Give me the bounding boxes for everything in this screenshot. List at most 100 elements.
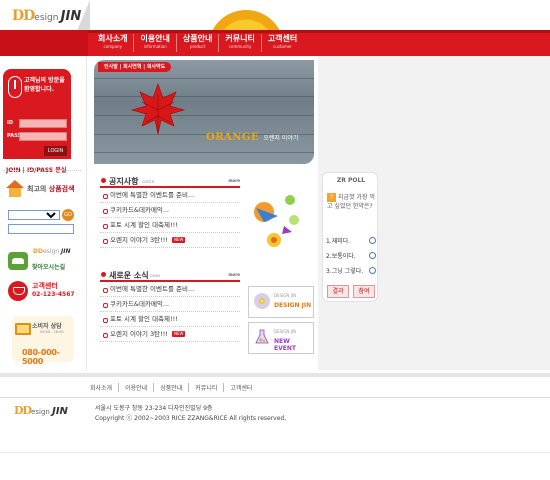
- footer-link-customer[interactable]: 고객센터: [224, 383, 258, 392]
- nav-bar-stripe: [88, 30, 550, 33]
- notice-subtitle: notice: [142, 179, 155, 184]
- radio-button[interactable]: [369, 252, 376, 259]
- notice-board: 공지사항 notice more 이번에 특별한 이벤트를 준비... 쿠키카드…: [100, 174, 240, 248]
- bullet-icon: [101, 178, 106, 183]
- poll-option-3[interactable]: 3.그닝 그렇다.: [326, 266, 376, 276]
- poll-option-2[interactable]: 2.보통이다.: [326, 251, 376, 261]
- directions-link[interactable]: DDesign JIN 찾아오시는길: [8, 248, 76, 272]
- main-nav: 회사소개 company 이용안내 information 상품안내 product …: [92, 34, 303, 54]
- banner-caption: ORANGE 오렌지 이야기: [206, 132, 298, 143]
- list-item[interactable]: 포토 시계 할인 대축제!!!: [100, 218, 240, 233]
- footer-logo-jin: JIN: [52, 406, 68, 417]
- nav-sublabel: customer: [273, 44, 292, 49]
- nav-item-company[interactable]: 회사소개 company: [92, 34, 135, 52]
- nav-label: 고객센터: [267, 34, 298, 43]
- best-search-highlight: 상품검색: [48, 185, 75, 193]
- breadcrumb[interactable]: 인사말 | 회사연혁 | 회사약도: [98, 62, 172, 72]
- new-badge: NEW: [171, 237, 186, 243]
- poll-option-label: 1.재미다.: [326, 238, 351, 245]
- banner-brand: ORANGE: [206, 132, 260, 143]
- nav-label: 이용안내: [140, 34, 170, 43]
- nav-label: 회사소개: [98, 34, 128, 43]
- footer-link-company[interactable]: 회사소개: [90, 383, 120, 392]
- list-item-text: 이번에 특별한 이벤트를 준비...: [110, 191, 195, 199]
- banner-big-text: NEW EVENT: [274, 338, 296, 352]
- design-jin-banner[interactable]: DESIGN JIN DESIGN JIN: [248, 286, 314, 318]
- poll-title: ZR POLL: [336, 177, 366, 184]
- nav-label: 커뮤니티: [225, 34, 255, 43]
- map-logo-design: esign: [42, 248, 60, 255]
- nav-sublabel: company: [103, 44, 122, 49]
- poll-option-label: 2.보통이다.: [326, 253, 356, 260]
- poll-box: ZR POLL ? 지금껏 가장 먹고 싶었던 한약은? 1.재미다. 2.보통이…: [322, 172, 378, 302]
- best-search-prefix: 최고의: [27, 185, 49, 193]
- banner-small-text: DESIGN JIN: [274, 329, 297, 334]
- cd-icon: [254, 293, 270, 309]
- nav-bar-leftcap: [0, 30, 88, 56]
- header-fold-decoration: [76, 0, 90, 33]
- search-input[interactable]: [8, 224, 74, 234]
- directions-label: 찾아오시는길: [32, 264, 66, 271]
- new-badge: NEW: [171, 331, 186, 337]
- banner-subtitle: 오렌지 이야기: [263, 135, 299, 142]
- news-list: 이번에 특별한 이벤트를 준비... 쿠키카드&데카메익... 포토 시계 할인…: [100, 282, 240, 342]
- phone-icon: [8, 281, 28, 301]
- map-logo: DDesign JIN: [33, 248, 71, 255]
- search-category-select[interactable]: [8, 210, 60, 220]
- radio-button[interactable]: [369, 237, 376, 244]
- password-input[interactable]: [19, 132, 67, 141]
- list-item-text: 쿠키카드&데카메익...: [110, 300, 170, 308]
- customer-center-box[interactable]: 고객센터 02-123-4567: [8, 280, 80, 302]
- nav-item-customer[interactable]: 고객센터 customer: [262, 34, 303, 52]
- best-search-header: 최고의 상품검색: [6, 180, 75, 198]
- footer-link-community[interactable]: 커뮤니티: [189, 383, 225, 392]
- footer-logo-design: esign: [31, 408, 50, 416]
- nav-item-community[interactable]: 커뮤니티 community: [219, 34, 262, 52]
- nav-sublabel: community: [228, 44, 252, 49]
- best-search-label: 최고의 상품검색: [27, 184, 75, 194]
- poll-result-button[interactable]: 결과: [327, 285, 349, 298]
- house-icon: [6, 180, 24, 198]
- colorful-decoration-image: [254, 195, 299, 247]
- news-more-button[interactable]: more: [228, 272, 240, 277]
- poll-option-1[interactable]: 1.재미다.: [326, 236, 376, 246]
- list-item-text: 오렌지 이야기 3탄!!!: [110, 330, 168, 338]
- list-item[interactable]: 오렌지 이야기 3탄!!! NEW: [100, 233, 240, 248]
- footer-separator: [0, 373, 550, 377]
- id-input[interactable]: [19, 119, 67, 128]
- nav-sublabel: product: [189, 44, 206, 49]
- notice-more-button[interactable]: more: [228, 178, 240, 183]
- poll-vote-button[interactable]: 참여: [353, 285, 375, 298]
- footer-link-information[interactable]: 이용안내: [119, 383, 155, 392]
- left-sidebar: 고객님의 방문을 환영합니다. ID PASS LOGIN JOIN | ID/…: [0, 56, 86, 376]
- footer-link-product[interactable]: 상품안내: [154, 383, 190, 392]
- footer-logo[interactable]: DDesign JIN: [14, 404, 68, 417]
- list-item[interactable]: 포토 시계 할인 대축제!!!: [100, 312, 240, 327]
- nav-item-information[interactable]: 이용안내 information: [134, 34, 177, 52]
- customer-center-phone: 02-123-4567: [32, 291, 75, 298]
- list-item[interactable]: 쿠키카드&데카메익...: [100, 203, 240, 218]
- list-item[interactable]: 이번에 특별한 이벤트를 준비...: [100, 282, 240, 297]
- login-button[interactable]: LOGIN: [44, 146, 67, 156]
- search-go-button[interactable]: GO: [62, 209, 74, 221]
- footer-rule: [0, 397, 550, 398]
- list-item-text: 이번에 특별한 이벤트를 준비...: [110, 285, 195, 293]
- banner-small-text: DESIGN JIN: [274, 293, 297, 298]
- new-event-banner[interactable]: DESIGN JIN NEW EVENT: [248, 322, 314, 354]
- consult-box[interactable]: 소비자 상담 09:00 - 18:00 080-000-5000: [12, 316, 74, 366]
- list-item-text: 포토 시계 할인 대축제!!!: [110, 315, 178, 323]
- list-item[interactable]: 오렌지 이야기 3탄!!! NEW: [100, 327, 240, 342]
- radio-button[interactable]: [369, 267, 376, 274]
- logo-dd: DD: [12, 8, 35, 24]
- nav-label: 상품안내: [182, 34, 213, 43]
- consult-phone: 080-000-5000: [22, 348, 60, 366]
- list-item-text: 쿠키카드&데카메익...: [110, 206, 170, 214]
- list-item[interactable]: 이번에 특별한 이벤트를 준비...: [100, 188, 240, 203]
- login-panel: 고객님의 방문을 환영합니다. ID PASS LOGIN: [3, 69, 71, 159]
- list-item[interactable]: 쿠키카드&데카메익...: [100, 297, 240, 312]
- poll-question: ? 지금껏 가장 먹고 싶었던 한약은?: [327, 193, 377, 211]
- nav-item-product[interactable]: 상품안내 product: [177, 34, 220, 52]
- news-board: 새로운 소식 news more 이번에 특별한 이벤트를 준비... 쿠키카드…: [100, 268, 240, 342]
- laptop-icon: [15, 323, 31, 335]
- nav-sublabel: information: [143, 44, 167, 49]
